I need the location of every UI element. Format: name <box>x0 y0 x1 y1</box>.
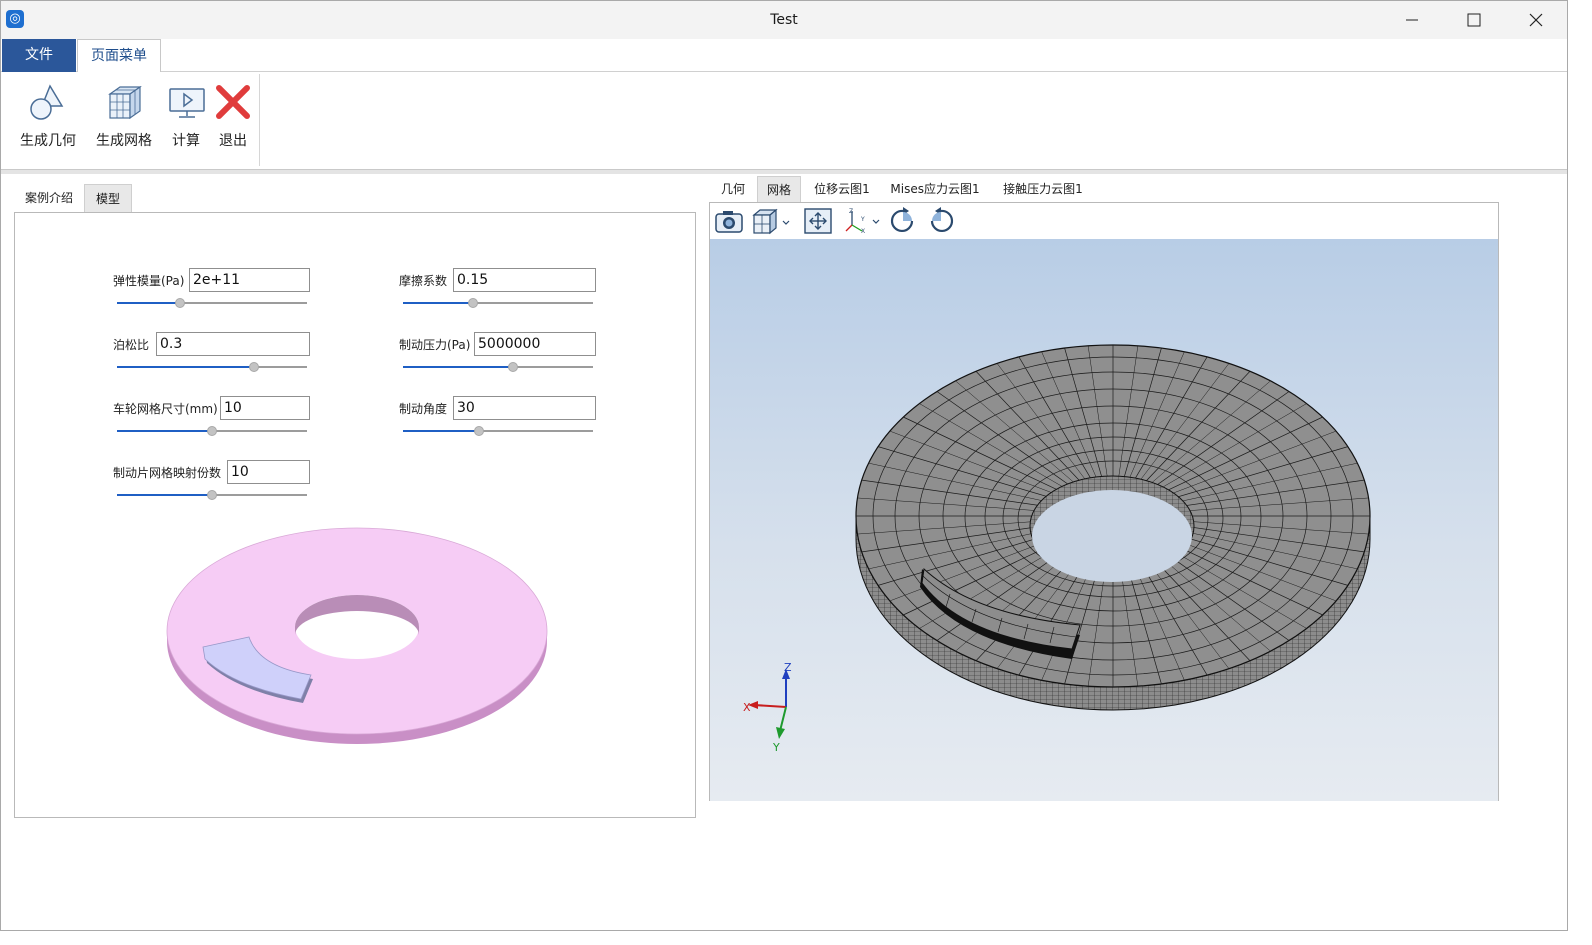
window-title: Test <box>770 12 798 28</box>
wheel-mesh-size-input[interactable]: 10 <box>220 396 310 420</box>
slider-fill <box>403 302 474 304</box>
brake-pressure-input[interactable]: 5000000 <box>474 332 596 356</box>
slider-fill <box>117 494 212 496</box>
svg-text:X: X <box>861 228 865 235</box>
geometry-icon <box>30 84 64 120</box>
friction-coefficient-input[interactable]: 0.15 <box>453 268 596 292</box>
title-bar: ◎ Test <box>1 1 1567 39</box>
slider-thumb[interactable] <box>248 362 259 372</box>
poisson-ratio-slider[interactable] <box>117 362 307 372</box>
ribbon-bottom-divider <box>1 170 1567 174</box>
compute-label: 计算 <box>172 133 200 149</box>
poisson-ratio-label: 泊松比 <box>113 338 150 352</box>
ribbon-tab-bar: 文件 页面菜单 <box>1 39 1567 73</box>
friction-coefficient-label: 摩擦系数 <box>399 274 448 288</box>
tab-model[interactable]: 模型 <box>84 184 132 212</box>
slider-thumb[interactable] <box>207 426 217 436</box>
brake-disc-preview <box>166 527 548 744</box>
mesh-canvas[interactable]: Z X Y <box>710 239 1498 801</box>
close-icon <box>1529 13 1543 27</box>
slider-thumb[interactable] <box>468 298 479 308</box>
tab-case-intro[interactable]: 案例介绍 <box>15 184 83 212</box>
compute-monitor-icon <box>169 88 205 118</box>
brake-angle-slider[interactable] <box>403 426 593 436</box>
brake-pressure-slider[interactable] <box>403 362 593 372</box>
slider-thumb[interactable] <box>474 426 484 436</box>
camera-icon[interactable] <box>714 207 744 235</box>
wheel-mesh-size-slider[interactable] <box>117 426 307 436</box>
brake-angle-input[interactable]: 30 <box>453 396 596 420</box>
axis-z-label: Z <box>784 661 792 674</box>
pad-mesh-count-input[interactable]: 10 <box>227 460 310 484</box>
brake-pressure-label: 制动压力(Pa) <box>399 338 471 352</box>
slider-fill <box>117 302 180 304</box>
slider-fill <box>117 366 254 368</box>
fit-view-icon[interactable] <box>803 207 833 235</box>
viewport-toolbar: Z Y X <box>710 203 1498 239</box>
svg-text:Y: Y <box>860 216 865 223</box>
minimize-button[interactable] <box>1381 1 1443 39</box>
generate-mesh-label: 生成网格 <box>96 133 152 149</box>
generate-mesh-button[interactable]: 生成网格 <box>93 82 155 150</box>
rotate-cw-icon[interactable] <box>888 207 918 235</box>
axis-y-label: Y <box>772 741 780 754</box>
pad-mesh-count-label: 制动片网格映射份数 <box>113 466 222 480</box>
slider-thumb[interactable] <box>174 298 185 308</box>
slider-fill <box>403 366 514 368</box>
pad-mesh-count-slider[interactable] <box>117 490 307 500</box>
model-parameter-panel: 弹性模量(Pa) 2e+11 泊松比 0.3 车轮网格尺寸(mm) 10 制动片… <box>14 212 696 818</box>
generate-geometry-button[interactable]: 生成几何 <box>17 82 79 150</box>
mesh-cube-icon <box>108 85 142 120</box>
tab-page-menu[interactable]: 页面菜单 <box>77 39 161 73</box>
svg-text:Z: Z <box>849 208 853 215</box>
tab-contact-pressure-plot[interactable]: 接触压力云图1 <box>997 176 1089 202</box>
minimize-icon <box>1406 19 1418 21</box>
close-button[interactable] <box>1505 1 1567 39</box>
slider-fill <box>117 430 212 432</box>
axis-x-label: X <box>743 701 751 714</box>
compute-button[interactable]: 计算 <box>167 82 205 150</box>
maximize-icon <box>1467 13 1481 27</box>
elastic-modulus-slider[interactable] <box>117 298 307 308</box>
generate-geometry-label: 生成几何 <box>20 133 76 149</box>
exit-x-icon <box>216 85 250 119</box>
friction-coefficient-slider[interactable] <box>403 298 593 308</box>
slider-fill <box>403 430 479 432</box>
slider-thumb[interactable] <box>207 490 217 500</box>
tab-geometry[interactable]: 几何 <box>711 176 755 202</box>
maximize-button[interactable] <box>1443 1 1505 39</box>
exit-label: 退出 <box>219 133 247 149</box>
mesh-viewport: Z Y X Z X Y <box>709 202 1499 801</box>
main-window: ◎ Test 文件 页面菜单 生成几何 生成网格 计算 退出 案例介绍 模型 弹… <box>0 0 1568 931</box>
tab-file[interactable]: 文件 <box>2 39 76 72</box>
ribbon-group-divider <box>259 74 260 166</box>
ribbon-panel: 生成几何 生成网格 计算 退出 <box>1 72 1567 170</box>
brake-disc-mesh-render: Z X Y <box>743 344 1371 754</box>
brake-angle-label: 制动角度 <box>399 402 448 416</box>
slider-thumb[interactable] <box>508 362 519 372</box>
axes-orient-icon[interactable]: Z Y X <box>842 207 882 235</box>
tab-mises-stress-plot[interactable]: Mises应力云图1 <box>885 176 985 202</box>
rotate-ccw-icon[interactable] <box>926 207 956 235</box>
axes-triad: Z X Y <box>743 661 792 754</box>
mesh-hole-opening <box>1032 490 1192 582</box>
view-cube-icon[interactable] <box>750 207 792 235</box>
poisson-ratio-input[interactable]: 0.3 <box>156 332 310 356</box>
elastic-modulus-input[interactable]: 2e+11 <box>189 268 310 292</box>
exit-button[interactable]: 退出 <box>213 82 253 150</box>
elastic-modulus-label: 弹性模量(Pa) <box>113 274 185 288</box>
tab-displacement-plot[interactable]: 位移云图1 <box>807 176 877 202</box>
wheel-mesh-size-label: 车轮网格尺寸(mm) <box>113 402 218 416</box>
tab-mesh[interactable]: 网格 <box>757 176 801 202</box>
